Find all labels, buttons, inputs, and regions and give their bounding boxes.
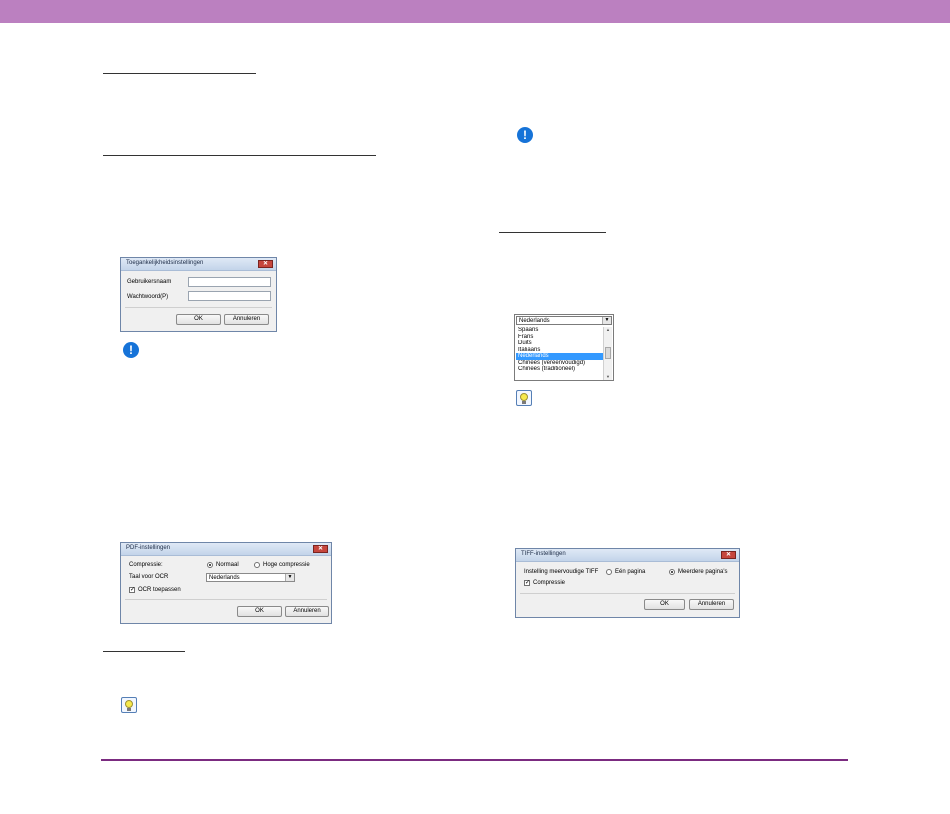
scroll-down-icon[interactable]: ▼ — [604, 374, 612, 380]
cancel-button[interactable]: Annuleren — [285, 606, 329, 617]
ok-button[interactable]: OK — [237, 606, 282, 617]
cancel-button[interactable]: Annuleren — [689, 599, 734, 610]
heading-underline — [103, 651, 185, 652]
access-settings-dialog: Toegankelijkheidsinstellingen ✕ Gebruike… — [120, 257, 277, 332]
scroll-thumb[interactable] — [605, 347, 611, 359]
chevron-down-icon[interactable]: ▼ — [285, 574, 294, 581]
ok-button[interactable]: OK — [176, 314, 221, 325]
scrollbar[interactable]: ▲ ▼ — [603, 327, 612, 380]
warning-icon: ! — [517, 127, 533, 143]
single-page-label: Eén pagina — [615, 569, 646, 575]
divider — [125, 307, 272, 308]
compression-label: Compressie — [533, 580, 566, 586]
password-label: Wachtwoord(P) — [127, 294, 169, 300]
language-list: Spaans Frans Duits Italiaans Nederlands … — [516, 327, 603, 373]
ocr-language-dropdown[interactable]: Nederlands ▼ Spaans Frans Duits Italiaan… — [514, 314, 614, 381]
ok-button[interactable]: OK — [644, 599, 685, 610]
tiff-settings-dialog: TIFF-instellingen ✕ Instelling meervoudi… — [515, 548, 740, 618]
chevron-down-icon[interactable]: ▼ — [602, 317, 611, 324]
cancel-button[interactable]: Annuleren — [224, 314, 269, 325]
footer-line — [101, 759, 848, 761]
ocr-language-value: Nederlands — [209, 575, 240, 581]
scroll-up-icon[interactable]: ▲ — [604, 327, 612, 333]
dialog-title: PDF-instellingen — [126, 545, 171, 551]
compression-label: Compressie: — [129, 562, 163, 568]
pdf-settings-dialog: PDF-instellingen ✕ Compressie: Normaal H… — [120, 542, 332, 624]
selected-language: Nederlands — [519, 318, 550, 324]
dialog-title: Toegankelijkheidsinstellingen — [126, 260, 204, 266]
heading-underline — [103, 155, 376, 156]
heading-underline — [499, 232, 606, 233]
multi-page-label: Meerdere pagina's — [678, 569, 728, 575]
ocr-language-label: Taal voor OCR — [129, 574, 169, 580]
dialog-titlebar: TIFF-instellingen ✕ — [516, 549, 739, 562]
normal-radio[interactable] — [207, 562, 213, 568]
list-item[interactable]: Chinees (traditioneel) — [516, 366, 603, 373]
apply-ocr-label: OCR toepassen — [138, 587, 181, 593]
multi-tiff-label: Instelling meervoudige TIFF — [524, 569, 599, 575]
close-button[interactable]: ✕ — [721, 551, 736, 559]
tip-icon — [121, 697, 137, 713]
normal-option-label: Normaal — [216, 562, 239, 568]
divider — [520, 593, 735, 594]
username-label: Gebruikersnaam — [127, 279, 172, 285]
tip-icon — [516, 390, 532, 406]
close-button[interactable]: ✕ — [313, 545, 328, 553]
ocr-language-select[interactable]: Nederlands ▼ — [206, 573, 295, 582]
close-button[interactable]: ✕ — [258, 260, 273, 268]
password-field[interactable] — [188, 291, 271, 301]
high-compression-radio[interactable] — [254, 562, 260, 568]
warning-icon: ! — [123, 342, 139, 358]
single-page-radio[interactable] — [606, 569, 612, 575]
multi-page-radio[interactable] — [669, 569, 675, 575]
heading-underline — [103, 73, 256, 74]
divider — [125, 599, 327, 600]
dialog-titlebar: Toegankelijkheidsinstellingen ✕ — [121, 258, 276, 271]
username-field[interactable] — [188, 277, 271, 287]
dialog-titlebar: PDF-instellingen ✕ — [121, 543, 331, 556]
header-bar — [0, 0, 950, 23]
high-compression-label: Hoge compressie — [263, 562, 310, 568]
compression-checkbox[interactable]: ✓ — [524, 580, 530, 586]
language-select[interactable]: Nederlands ▼ — [516, 316, 612, 325]
apply-ocr-checkbox[interactable]: ✓ — [129, 587, 135, 593]
dialog-title: TIFF-instellingen — [521, 551, 566, 557]
